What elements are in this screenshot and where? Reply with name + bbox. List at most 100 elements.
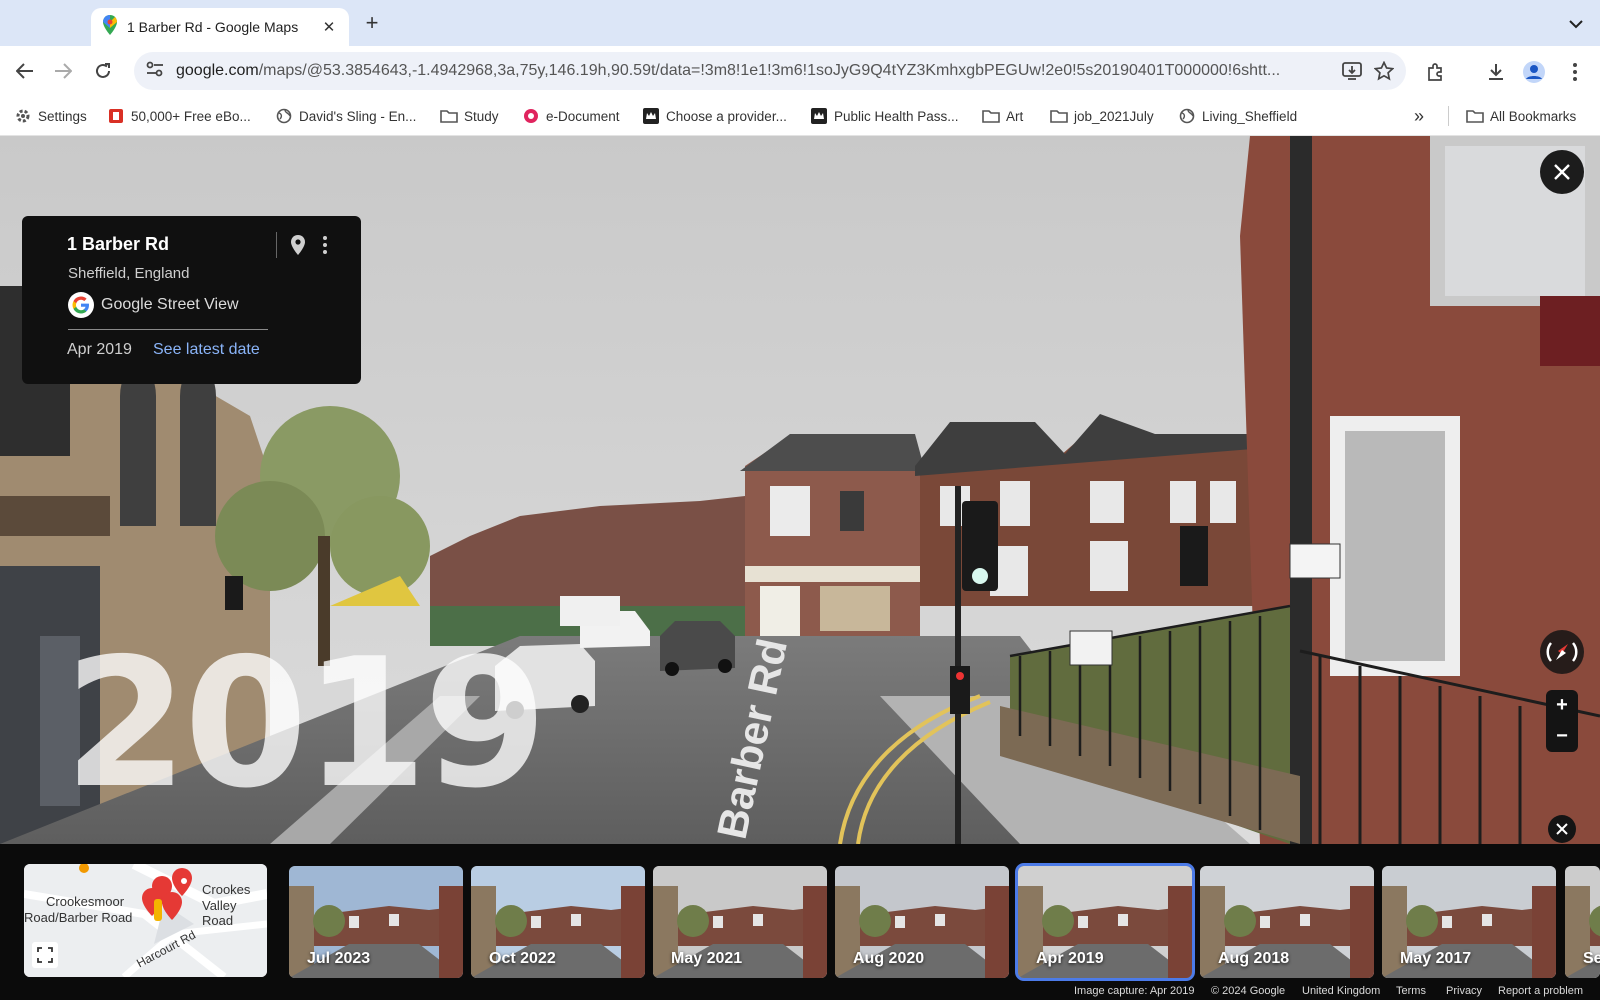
close-timeline-button[interactable] xyxy=(1548,815,1576,843)
bookmark-folder-study[interactable]: Study xyxy=(440,106,499,126)
more-bookmarks-chevron-icon[interactable]: » xyxy=(1414,106,1424,126)
bookmark-living-sheffield[interactable]: Living_Sheffield xyxy=(1178,106,1297,126)
copyright-text: © 2024 Google xyxy=(1211,985,1286,997)
zoom-controls: + − xyxy=(1546,690,1578,752)
report-problem-link[interactable]: Report a problem xyxy=(1498,985,1583,997)
doc-icon xyxy=(522,107,540,125)
tab-strip: 1 Barber Rd - Google Maps ✕ + xyxy=(0,0,1600,46)
bookmark-star-icon[interactable] xyxy=(1370,57,1398,85)
bookmark-label: Choose a provider... xyxy=(666,108,787,124)
expand-map-button[interactable] xyxy=(32,942,58,968)
thumbnail-date-label: Oct 2022 xyxy=(489,950,556,967)
map-label: Road/Barber Road xyxy=(24,910,133,925)
timeline-thumbnail[interactable]: Oct 2022 xyxy=(471,866,645,978)
map-label: Valley Road xyxy=(202,898,237,928)
place-title: 1 Barber Rd xyxy=(67,234,170,254)
map-label: Crookesmoor xyxy=(46,894,125,909)
bookmark-label: e-Document xyxy=(546,108,620,124)
timeline-thumbnail[interactable]: Jul 2023 xyxy=(289,866,463,978)
browser-window: 1 Barber Rd - Google Maps ✕ + google.com… xyxy=(0,0,1600,1000)
folder-icon xyxy=(1466,107,1484,125)
location-pin-icon[interactable] xyxy=(286,232,310,258)
url-text: google.com/maps/@53.3854643,-1.4942968,3… xyxy=(176,62,1334,80)
gear-icon xyxy=(14,107,32,125)
extensions-puzzle-icon[interactable] xyxy=(1422,58,1450,86)
thumbnail-date-label: Apr 2019 xyxy=(1036,950,1104,967)
terms-link[interactable]: Terms xyxy=(1396,985,1426,997)
back-arrow-icon[interactable] xyxy=(12,58,38,84)
thumbnail-date-label: Se xyxy=(1583,950,1600,967)
folder-icon xyxy=(982,107,1000,125)
place-info-card: 1 Barber Rd Sheffield, England Google St… xyxy=(22,216,361,384)
bookmark-label: Art xyxy=(1006,108,1024,124)
close-icon xyxy=(1554,164,1570,180)
google-logo-icon xyxy=(68,292,94,318)
bookmark-settings[interactable]: Settings xyxy=(14,106,87,126)
timeline-thumbnail[interactable]: Se xyxy=(1565,866,1600,978)
new-tab-icon[interactable]: + xyxy=(360,10,384,35)
mini-map[interactable]: Crookesmoor Road/Barber Road Crookes Val… xyxy=(24,864,267,977)
tab-title: 1 Barber Rd - Google Maps xyxy=(127,19,299,35)
bookmark-e-document[interactable]: e-Document xyxy=(522,106,620,126)
bookmark-label: David's Sling - En... xyxy=(299,108,417,124)
all-bookmarks-button[interactable]: All Bookmarks xyxy=(1466,106,1576,126)
see-latest-date-link[interactable]: See latest date xyxy=(153,341,260,359)
street-view-brand: Google Street View xyxy=(68,292,239,318)
tab-google-maps[interactable]: 1 Barber Rd - Google Maps ✕ xyxy=(91,8,349,46)
downloads-icon[interactable] xyxy=(1482,58,1510,86)
zoom-out-button[interactable]: − xyxy=(1546,721,1578,752)
address-bar[interactable]: google.com/maps/@53.3854643,-1.4942968,3… xyxy=(134,52,1406,90)
bookmark-free-ebooks[interactable]: 50,000+ Free eBo... xyxy=(107,106,251,126)
timeline-thumbnail[interactable]: Apr 2019 xyxy=(1015,863,1195,981)
forward-arrow-icon[interactable] xyxy=(50,58,76,84)
fullscreen-icon xyxy=(37,947,53,963)
close-icon xyxy=(1556,823,1568,835)
url-host: google.com xyxy=(176,62,259,79)
globe-icon xyxy=(1178,107,1196,125)
reload-icon[interactable] xyxy=(90,58,116,84)
privacy-link[interactable]: Privacy xyxy=(1446,985,1482,997)
thumbnail-date-label: Aug 2020 xyxy=(853,950,925,967)
more-options-icon[interactable] xyxy=(314,232,336,258)
image-capture-text: Image capture: Apr 2019 xyxy=(1074,985,1195,997)
timeline-thumbnail[interactable]: Aug 2018 xyxy=(1200,866,1374,978)
card-divider xyxy=(276,232,277,258)
bookmark-label: Settings xyxy=(38,108,87,124)
folder-icon xyxy=(440,107,458,125)
tab-close-icon[interactable]: ✕ xyxy=(319,17,339,37)
timeline-thumbnail[interactable]: Aug 2020 xyxy=(835,866,1009,978)
bookmark-choose-provider[interactable]: Choose a provider... xyxy=(642,106,787,126)
zoom-in-button[interactable]: + xyxy=(1546,690,1578,721)
all-bookmarks-label: All Bookmarks xyxy=(1490,108,1577,124)
region-link[interactable]: United Kingdom xyxy=(1302,985,1380,997)
thumbnail-date-label: Aug 2018 xyxy=(1218,950,1290,967)
site-info-icon[interactable] xyxy=(146,61,164,82)
install-app-icon[interactable] xyxy=(1338,57,1366,85)
bookmark-label: 50,000+ Free eBo... xyxy=(131,108,251,124)
url-path: /maps/@53.3854643,-1.4942968,3a,75y,146.… xyxy=(258,62,1281,79)
capture-date: Apr 2019 xyxy=(67,341,132,358)
bookmarks-bar: Settings 50,000+ Free eBo... David's Sli… xyxy=(0,96,1600,136)
crown-icon xyxy=(810,107,828,125)
folder-icon xyxy=(1050,107,1068,125)
tab-search-chevron-icon[interactable] xyxy=(1564,12,1588,36)
profile-avatar-icon[interactable] xyxy=(1520,58,1548,86)
map-label: Crookes xyxy=(202,882,251,897)
bookmark-folder-job[interactable]: job_2021July xyxy=(1050,106,1154,126)
close-street-view-button[interactable] xyxy=(1540,150,1584,194)
bookmark-label: Study xyxy=(464,108,499,124)
bookmark-label: Public Health Pass... xyxy=(834,108,959,124)
timeline-thumbnail[interactable]: May 2017 xyxy=(1382,866,1556,978)
place-subtitle: Sheffield, England xyxy=(68,265,190,282)
crown-icon xyxy=(642,107,660,125)
bookmark-public-health-pass[interactable]: Public Health Pass... xyxy=(810,106,959,126)
bookmark-davids-sling[interactable]: David's Sling - En... xyxy=(275,106,416,126)
bookmarks-divider xyxy=(1448,106,1449,126)
bookmark-folder-art[interactable]: Art xyxy=(982,106,1023,126)
compass-button[interactable] xyxy=(1540,630,1584,674)
thumbnail-date-label: May 2017 xyxy=(1400,950,1472,967)
timeline-thumbnail[interactable]: May 2021 xyxy=(653,866,827,978)
browser-menu-icon[interactable] xyxy=(1561,58,1589,86)
book-icon xyxy=(107,107,125,125)
bookmark-label: job_2021July xyxy=(1074,108,1154,124)
